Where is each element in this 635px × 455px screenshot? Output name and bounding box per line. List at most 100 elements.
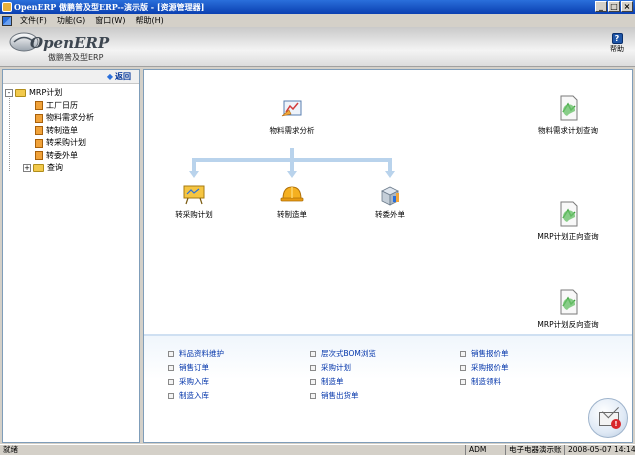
title-bar: OpenERP 傲鹏普及型ERP--演示版 - [资源管理器] _ □ × [0,0,635,14]
link-bullet-icon [168,350,174,357]
menu-help[interactable]: 帮助(H) [130,14,168,27]
document-icon [35,138,43,148]
navigation-pane: ◆返回 - MRP计划 工厂日历 物料需求分析 转制造单 转采购计划 转委外单 [2,69,140,443]
workflow-pane: 物料需求分析 转采购计划 转制造单 转委外单 物料需求计划查询 MRP计划正向查… [143,69,633,443]
flow-node-reverse-query[interactable]: MRP计划反向查询 [528,288,608,330]
link-sales-shipment[interactable]: 销售出货单 [310,390,359,401]
window-title: OpenERP 傲鹏普及型ERP--演示版 - [资源管理器] [14,2,205,12]
link-bullet-icon [310,364,316,371]
link-material-issue[interactable]: 制造领料 [460,376,501,387]
link-item-master[interactable]: 料品资料维护 [168,348,224,359]
window-controls: _ □ × [595,1,633,12]
flow-node-requirement-query[interactable]: 物料需求计划查询 [528,94,608,136]
logo-text: OpenERP [30,34,110,52]
openerp-logo: OpenERP [9,32,110,52]
flow-node-purchase-plan[interactable]: 转采购计划 [164,182,224,220]
flow-node-label: 物料需求分析 [269,126,315,135]
message-button[interactable]: ! [588,398,628,438]
back-arrow-icon: ◆ [106,72,113,81]
folder-icon [33,164,44,173]
expand-icon[interactable]: + [23,164,31,173]
close-button[interactable]: × [621,1,633,12]
flow-node-label: 转制造单 [277,210,307,219]
flow-node-outsource-order[interactable]: 转委外单 [360,182,420,220]
tree-node-manufacture-order[interactable]: 转制造单 [5,125,139,138]
tree-node-purchase-plan[interactable]: 转采购计划 [5,137,139,150]
document-icon [35,113,43,123]
document-icon [35,151,43,161]
link-bullet-icon [460,378,466,385]
link-sales-quote[interactable]: 销售报价单 [460,348,509,359]
window-menu-icon[interactable] [2,15,12,26]
help-button[interactable]: ? 帮助 [605,33,629,54]
tree-node-mrp[interactable]: - MRP计划 [5,87,139,100]
document-icon [35,101,43,111]
tree-node-label: 转采购计划 [46,138,86,147]
flow-node-material-analysis[interactable]: 物料需求分析 [262,98,322,136]
hard-hat-icon [280,186,304,202]
link-bullet-icon [460,350,466,357]
flow-arrow-icon [385,171,395,178]
quick-links-panel: 料品资料维护 层次式BOM浏览 销售报价单 销售订单 采购计划 采购报价单 采购… [144,334,632,442]
alert-badge-icon: ! [611,419,621,429]
purchase-board-icon [183,185,205,205]
menu-bar: 文件(F) 功能(G) 窗口(W) 帮助(H) [0,14,635,27]
flow-arrow-icon [287,171,297,178]
app-icon [2,2,12,12]
open-folder-icon [15,89,26,98]
link-purchase-plan[interactable]: 采购计划 [310,362,351,373]
link-sales-order[interactable]: 销售订单 [168,362,209,373]
link-bullet-icon [310,350,316,357]
back-label: 返回 [115,72,131,81]
menu-function[interactable]: 功能(G) [52,14,90,27]
logo-subtitle: 傲鹏普及型ERP [48,53,104,62]
tree-node-factory-calendar[interactable]: 工厂日历 [5,100,139,113]
analysis-chart-icon [281,100,302,117]
back-link[interactable]: ◆ 返回 [3,70,139,84]
status-text: 就绪 [3,445,18,454]
collapse-icon[interactable]: - [5,89,13,98]
flow-node-manufacture-order[interactable]: 转制造单 [262,182,322,220]
flow-node-label: 转采购计划 [175,210,213,219]
status-bar: 就绪 ADM 电子电器演示账 2008-05-07 14:14:43 [0,444,635,455]
tree-node-label: 工厂日历 [46,100,78,110]
tree-node-material-analysis[interactable]: 物料需求分析 [5,112,139,125]
minimize-button[interactable]: _ [595,1,607,12]
link-manufacture-order[interactable]: 制造单 [310,376,344,387]
outsource-box-icon [381,186,399,206]
maximize-button[interactable]: □ [608,1,620,12]
link-purchase-quote[interactable]: 采购报价单 [460,362,509,373]
flow-node-forward-query[interactable]: MRP计划正向查询 [528,200,608,242]
report-document-icon [560,289,578,315]
help-label: 帮助 [610,45,624,53]
tree-node-label: 查询 [47,163,63,172]
status-datetime: 2008-05-07 14:14:43 [564,445,635,455]
tree-node-query[interactable]: + 查询 [5,162,139,175]
link-manufacture-receipt[interactable]: 制造入库 [168,390,209,401]
report-document-icon [560,95,578,121]
flow-node-label: 转委外单 [375,210,405,219]
tree-node-label: MRP计划 [29,88,63,97]
menu-file[interactable]: 文件(F) [15,14,52,27]
link-bom-browse[interactable]: 层次式BOM浏览 [310,348,376,359]
menu-window[interactable]: 窗口(W) [90,14,130,27]
tree-node-label: 物料需求分析 [46,113,94,122]
link-bullet-icon [168,378,174,385]
tree-node-outsource-order[interactable]: 转委外单 [5,150,139,163]
link-bullet-icon [460,364,466,371]
link-bullet-icon [310,392,316,399]
flow-node-label: 物料需求计划查询 [538,126,598,135]
flow-arrow-icon [189,171,199,178]
status-company: 电子电器演示账 [505,445,563,455]
link-purchase-receipt[interactable]: 采购入库 [168,376,209,387]
flow-node-label: MRP计划反向查询 [537,320,599,329]
flow-node-label: MRP计划正向查询 [537,232,599,241]
tree-node-label: 转制造单 [46,125,78,135]
module-tree: - MRP计划 工厂日历 物料需求分析 转制造单 转采购计划 转委外单 + 查询 [3,84,139,175]
link-bullet-icon [168,392,174,399]
link-bullet-icon [168,364,174,371]
link-bullet-icon [310,378,316,385]
help-icon: ? [611,33,623,44]
status-user: ADM [465,445,503,455]
document-icon [35,126,43,136]
